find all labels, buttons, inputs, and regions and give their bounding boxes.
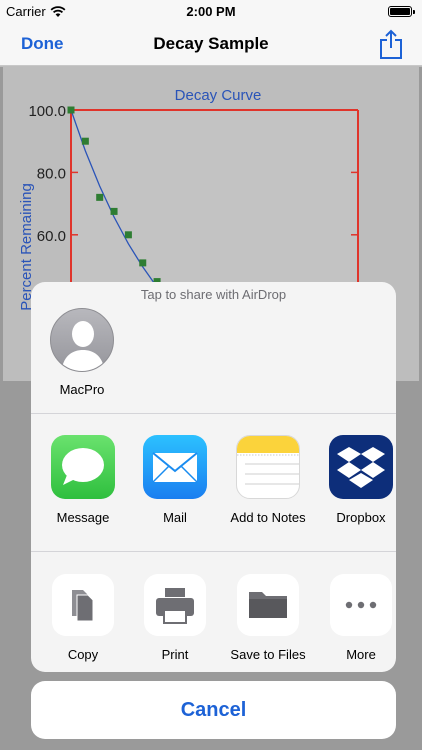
app-label: Mail: [163, 510, 187, 525]
divider: [31, 551, 396, 552]
data-point: [67, 106, 75, 114]
y-tick-label: 80.0: [37, 165, 66, 182]
action-save-to-files[interactable]: Save to Files: [223, 574, 313, 662]
action-label: More: [346, 647, 376, 662]
message-icon: [51, 435, 115, 499]
app-message[interactable]: Message: [38, 435, 128, 525]
divider: [31, 413, 396, 414]
app-mail[interactable]: Mail: [130, 435, 220, 525]
print-icon: [144, 574, 206, 636]
y-tick-label: 60.0: [37, 228, 66, 245]
action-more[interactable]: More: [316, 574, 396, 662]
share-icon[interactable]: [378, 28, 404, 60]
airdrop-contact-macpro[interactable]: MacPro: [49, 308, 115, 397]
cancel-button[interactable]: Cancel: [31, 681, 396, 739]
notes-icon: [236, 435, 300, 499]
app-dropbox[interactable]: Dropbox: [316, 435, 396, 525]
clock: 2:00 PM: [186, 4, 236, 19]
nav-bar: Done Decay Sample: [0, 22, 422, 66]
dropbox-icon: [329, 435, 393, 499]
action-copy[interactable]: Copy: [38, 574, 128, 662]
airdrop-title: Tap to share with AirDrop: [140, 287, 287, 302]
share-sheet: Tap to share with AirDrop MacPro Message: [31, 282, 396, 672]
data-point: [81, 137, 89, 145]
more-icon: [330, 574, 392, 636]
app-notes[interactable]: Add to Notes: [223, 435, 313, 525]
airdrop-contact-name: MacPro: [59, 382, 105, 397]
mail-icon: [143, 435, 207, 499]
battery-icon: [388, 6, 415, 17]
action-label: Print: [161, 647, 189, 662]
avatar: [50, 308, 114, 372]
app-label: Add to Notes: [230, 510, 306, 525]
action-print[interactable]: Print: [130, 574, 220, 662]
data-point: [110, 207, 118, 215]
data-point: [96, 193, 104, 201]
person-silhouette-icon: [61, 321, 105, 371]
action-label: Save to Files: [230, 647, 306, 662]
data-point: [139, 259, 147, 267]
page-title: Decay Sample: [153, 34, 269, 53]
folder-icon: [237, 574, 299, 636]
app-label: Message: [56, 510, 110, 525]
chart-title: Decay Curve: [175, 87, 262, 104]
action-label: Copy: [67, 647, 99, 662]
copy-icon: [52, 574, 114, 636]
app-label: Dropbox: [336, 510, 386, 525]
status-bar: Carrier 2:00 PM: [0, 0, 422, 22]
y-tick-label: 100.0: [28, 103, 66, 120]
data-point: [124, 231, 132, 239]
